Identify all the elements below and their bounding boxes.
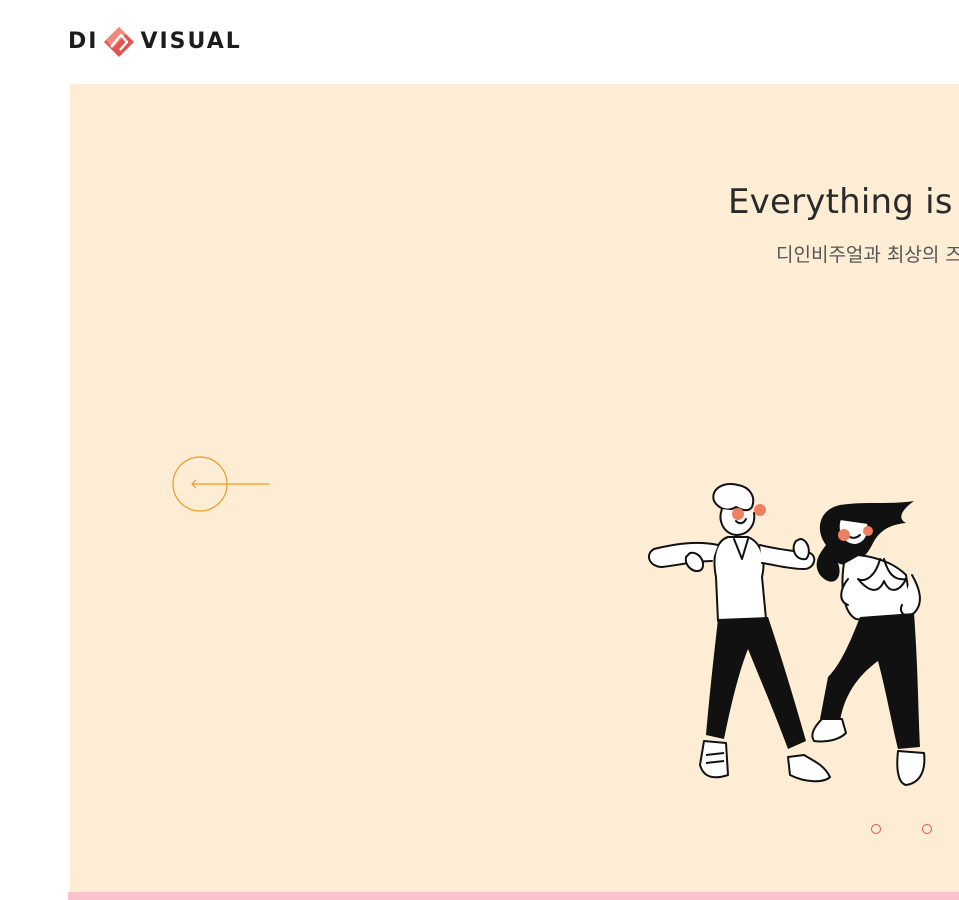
pagination-dot-2[interactable] xyxy=(922,824,932,834)
brand-logo[interactable]: DI VISUAL xyxy=(68,26,242,58)
logo-text-di: DI xyxy=(68,29,99,54)
footer-strip xyxy=(68,892,959,900)
page: DI VISUAL Everything is go 디인비주얼과 최상의 즈 xyxy=(0,0,959,900)
arrow-left-circle-icon xyxy=(172,456,269,512)
hero-title: Everything is go xyxy=(728,182,959,222)
hero-slide: Everything is go 디인비주얼과 최상의 즈 xyxy=(70,84,959,892)
dancing-couple-illustration xyxy=(647,483,926,786)
logo-mark-icon xyxy=(104,27,135,57)
logo-text-visual: VISUAL xyxy=(140,29,242,54)
slide-pagination xyxy=(871,824,932,834)
site-header: DI VISUAL xyxy=(0,0,959,84)
hero-subtitle: 디인비주얼과 최상의 즈 xyxy=(776,244,959,266)
prev-slide-button[interactable] xyxy=(172,456,272,514)
pagination-dot-1[interactable] xyxy=(871,824,881,834)
